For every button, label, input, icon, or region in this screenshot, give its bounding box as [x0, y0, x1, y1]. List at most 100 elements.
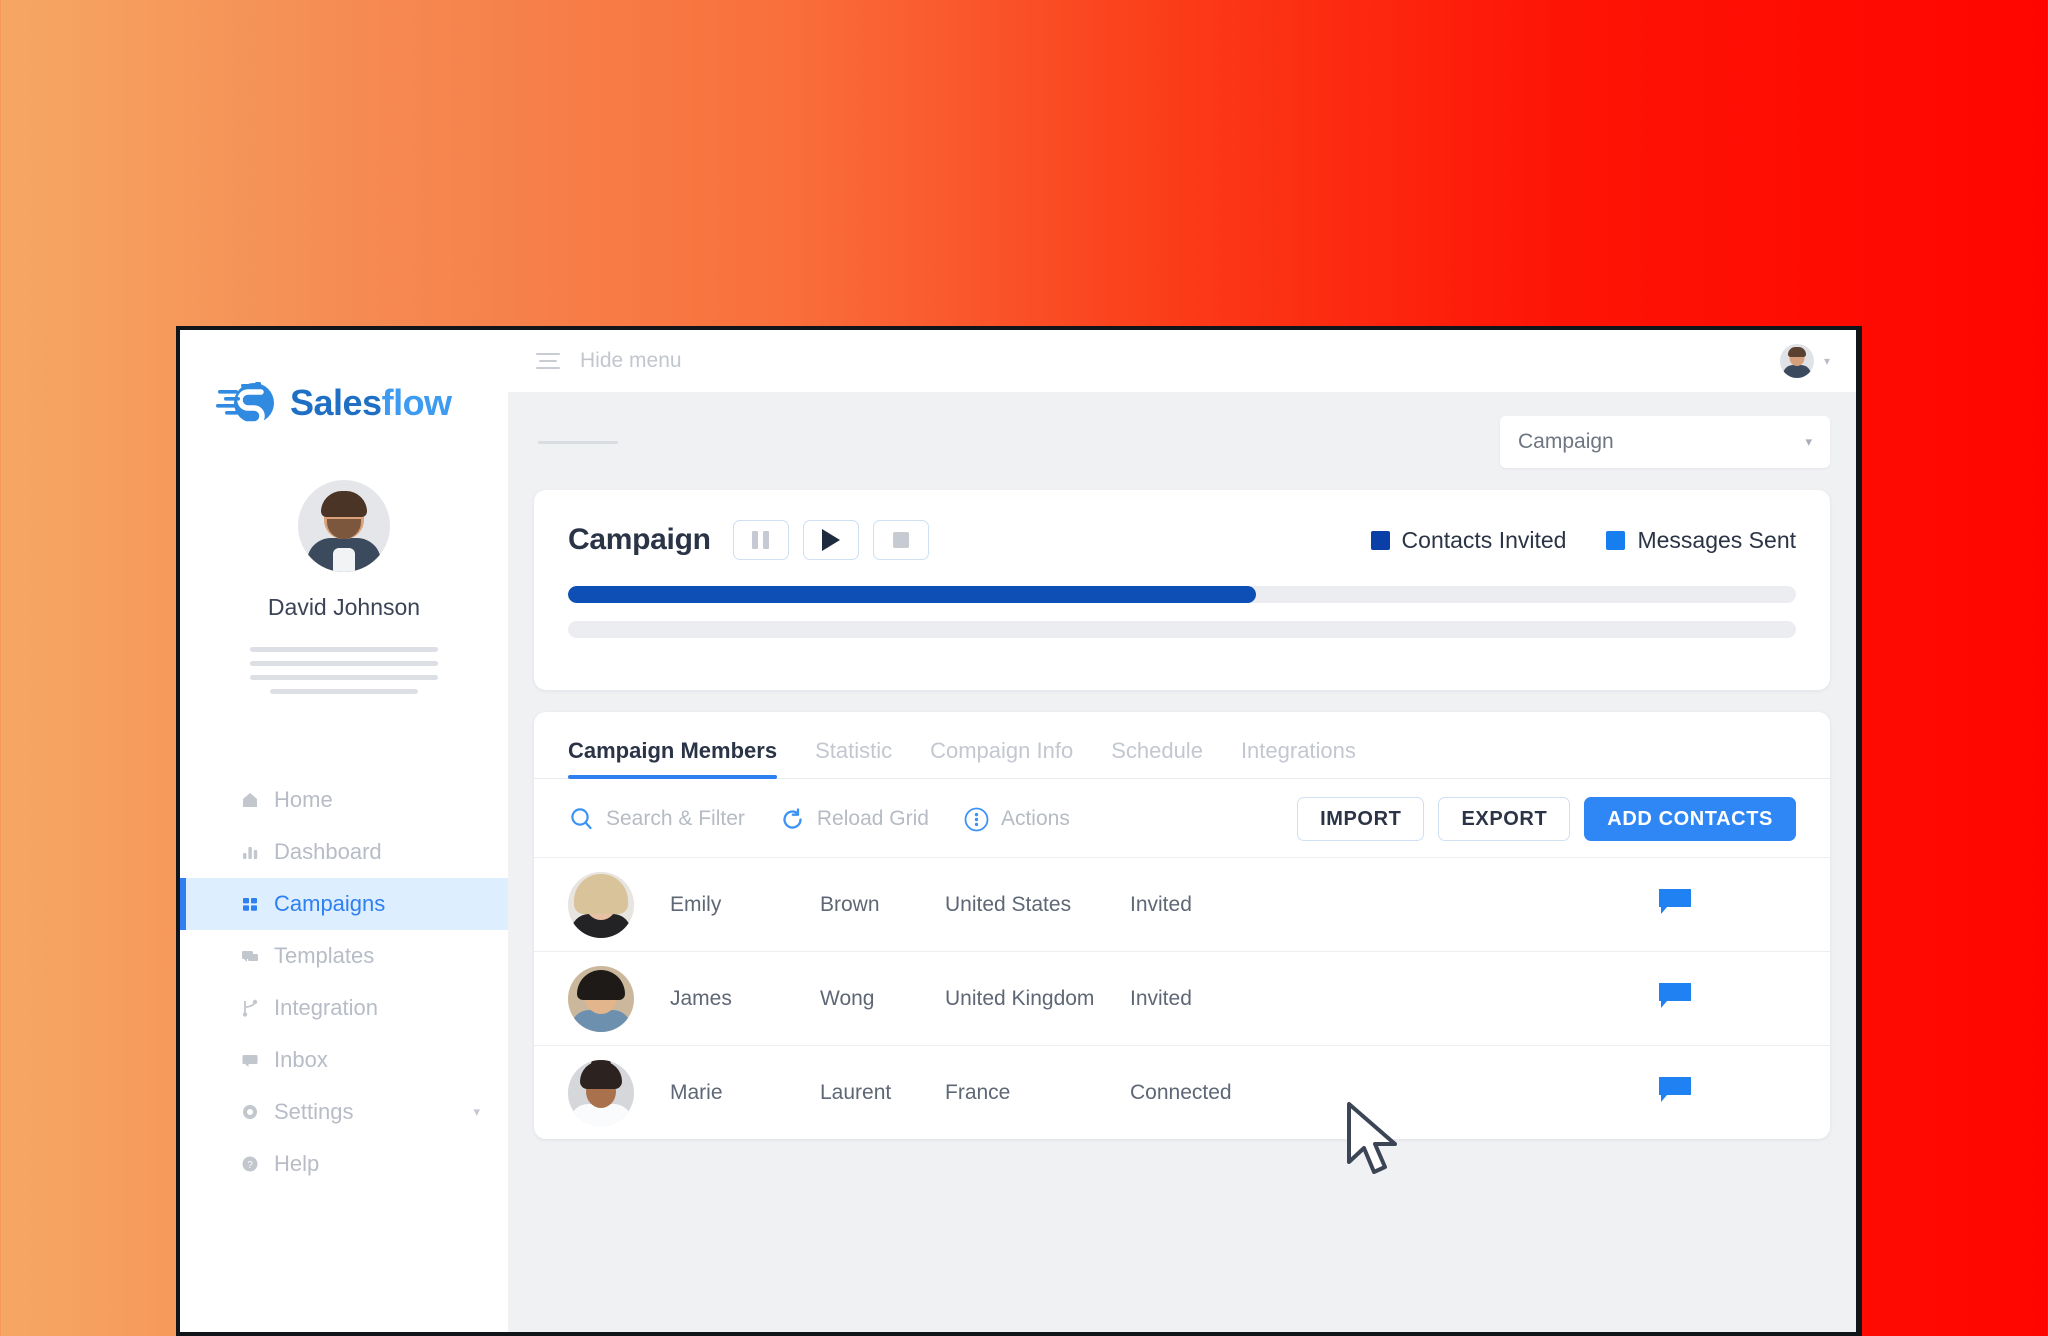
cell-first-name: Emily — [670, 892, 722, 916]
legend-swatch — [1370, 530, 1390, 550]
actions-button[interactable]: Actions — [963, 806, 1070, 833]
legend-item-contacts-invited: Contacts Invited — [1370, 526, 1567, 554]
integration-branch-icon — [240, 998, 260, 1018]
contact-avatar-emily — [568, 871, 634, 938]
tool-label: Reload Grid — [816, 807, 929, 830]
grid-toolbar: Search & Filter Reload Grid Actions IMPO… — [534, 779, 1830, 857]
user-avatar-small — [1779, 344, 1814, 378]
cell-first-name: James — [670, 986, 732, 1010]
tool-label: Actions — [1000, 807, 1070, 830]
campaigns-grid-icon — [240, 894, 260, 914]
tab-campaign-members[interactable]: Campaign Members — [568, 738, 778, 779]
chevron-down-icon: ▾ — [1805, 434, 1812, 449]
inbox-icon — [240, 1050, 260, 1070]
sidebar-item-integration[interactable]: Integration — [180, 982, 508, 1034]
cell-status[interactable]: Invited — [1130, 893, 1320, 917]
contact-avatar-marie — [568, 1059, 634, 1126]
cell-status[interactable]: Connected — [1130, 1081, 1320, 1105]
brand-logo[interactable]: Salesflow — [180, 330, 508, 428]
tab-compaign-info[interactable]: Compaign Info — [930, 738, 1073, 778]
grid-action-buttons: IMPORT EXPORT ADD CONTACTS — [1297, 797, 1796, 841]
campaign-select[interactable]: Campaign ▾ — [1500, 416, 1830, 468]
messages-sent-progress — [568, 621, 1796, 638]
sidebar-item-label: Campaigns — [274, 891, 386, 916]
add-contacts-button[interactable]: ADD CONTACTS — [1584, 797, 1796, 841]
campaign-legend: Contacts Invited Messages Sent — [1370, 526, 1796, 554]
import-button[interactable]: IMPORT — [1297, 797, 1425, 841]
sidebar-nav: Home Dashboard Campaigns Templates Integ… — [180, 774, 508, 1190]
cell-country: United Kingdom — [945, 986, 1095, 1010]
campaign-controls — [732, 520, 929, 560]
content: Campaign ▾ Campaign Contacts Invited Mes… — [508, 392, 1856, 1139]
table-row[interactable]: James Wong United Kingdom Invited — [534, 951, 1830, 1045]
legend-label: Contacts Invited — [1401, 526, 1567, 553]
sidebar-placeholder-lines — [180, 647, 508, 694]
sidebar-item-templates[interactable]: Templates — [180, 930, 508, 982]
sidebar-item-label: Settings — [274, 1099, 354, 1124]
legend-item-messages-sent: Messages Sent — [1606, 527, 1796, 554]
sidebar-item-home[interactable]: Home — [180, 774, 508, 826]
home-icon — [240, 790, 260, 810]
sidebar-item-campaigns[interactable]: Campaigns — [180, 878, 508, 930]
tool-label: Search & Filter — [606, 807, 745, 830]
tab-integrations[interactable]: Integrations — [1241, 738, 1356, 778]
cell-last-name: Laurent — [820, 1080, 892, 1104]
members-grid-card: Campaign Members Statistic Compaign Info… — [534, 712, 1830, 1139]
play-button[interactable] — [802, 520, 859, 560]
app-window: Salesflow David Johnson Home Dashboard C… — [176, 326, 1862, 1336]
cell-last-name: Wong — [820, 986, 875, 1010]
sidebar-item-label: Inbox — [274, 1047, 328, 1072]
export-button[interactable]: EXPORT — [1438, 797, 1571, 841]
sidebar-item-label: Templates — [274, 943, 375, 968]
sidebar-item-label: Help — [274, 1151, 320, 1176]
templates-message-icon — [240, 946, 260, 966]
pause-button[interactable] — [732, 520, 789, 560]
sidebar-item-label: Integration — [274, 995, 378, 1020]
toolbar-row: Campaign ▾ — [534, 392, 1830, 468]
chat-bubble-icon[interactable] — [1658, 888, 1692, 922]
cell-country: France — [945, 1080, 1011, 1104]
brand-name-part2: flow — [381, 382, 452, 423]
grid-tabs: Campaign Members Statistic Compaign Info… — [534, 712, 1830, 779]
sidebar-item-inbox[interactable]: Inbox — [180, 1034, 508, 1086]
search-icon — [568, 806, 595, 833]
legend-label: Messages Sent — [1637, 526, 1796, 553]
salesflow-logo-icon — [216, 378, 278, 428]
campaign-card: Campaign Contacts Invited Messages Sent — [534, 490, 1830, 690]
reload-grid-button[interactable]: Reload Grid — [779, 806, 929, 833]
brand-name-part1: Sales — [290, 382, 382, 423]
cell-first-name: Marie — [670, 1080, 723, 1104]
topbar: Hide menu ▾ — [508, 330, 1856, 392]
contacts-invited-progress — [568, 586, 1796, 603]
user-name: David Johnson — [267, 594, 421, 620]
sidebar-item-label: Home — [274, 787, 333, 812]
topbar-user-menu[interactable]: ▾ — [1779, 344, 1830, 378]
breadcrumb — [538, 440, 618, 444]
contact-avatar-james — [568, 965, 634, 1032]
chevron-down-icon: ▾ — [1823, 354, 1830, 368]
sidebar-item-label: Dashboard — [274, 839, 382, 864]
dashboard-chart-icon — [240, 842, 260, 862]
svg-text:?: ? — [247, 1160, 253, 1171]
table-row[interactable]: Marie Laurent France Connected — [534, 1045, 1830, 1139]
cell-status[interactable]: Invited — [1130, 987, 1320, 1011]
hide-menu-label[interactable]: Hide menu — [580, 349, 682, 373]
more-vertical-icon — [963, 806, 990, 833]
stop-button[interactable] — [872, 520, 929, 560]
tab-statistic[interactable]: Statistic — [815, 738, 892, 778]
legend-swatch — [1606, 530, 1626, 550]
cell-country: United States — [945, 892, 1072, 916]
search-filter-button[interactable]: Search & Filter — [568, 806, 745, 833]
hamburger-icon[interactable] — [536, 352, 560, 370]
pause-icon — [752, 531, 770, 549]
chat-bubble-icon[interactable] — [1658, 982, 1692, 1016]
campaign-select-value: Campaign — [1518, 430, 1614, 453]
gear-icon — [240, 1102, 260, 1122]
table-row[interactable]: Emily Brown United States Invited — [534, 857, 1830, 951]
cell-last-name: Brown — [820, 892, 880, 916]
sidebar-item-help[interactable]: ? Help — [180, 1138, 508, 1190]
chat-bubble-icon[interactable] — [1658, 1076, 1692, 1110]
sidebar-item-settings[interactable]: Settings ▾ — [180, 1086, 508, 1138]
tab-schedule[interactable]: Schedule — [1111, 738, 1203, 778]
sidebar-item-dashboard[interactable]: Dashboard — [180, 826, 508, 878]
